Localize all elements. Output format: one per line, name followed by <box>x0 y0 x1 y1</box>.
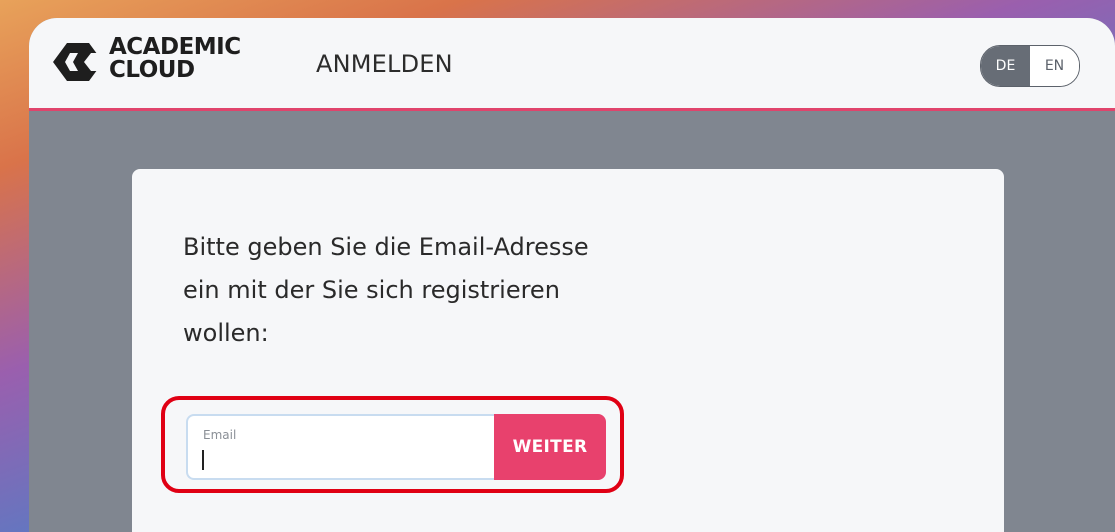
page-title: ANMELDEN <box>316 50 453 78</box>
language-de-button[interactable]: DE <box>981 46 1030 86</box>
email-prompt-text: Bitte geben Sie die Email-Adresse ein mi… <box>183 233 589 347</box>
language-switcher: DE EN <box>980 45 1080 87</box>
app-window: ACADEMIC CLOUD ANMELDEN DE EN Bitte gebe… <box>29 18 1115 532</box>
email-field-label: Email <box>203 428 237 442</box>
language-en-button[interactable]: EN <box>1030 46 1079 86</box>
brand-line-2: CLOUD <box>109 57 195 83</box>
header: ACADEMIC CLOUD ANMELDEN DE EN <box>29 18 1115 111</box>
login-card: Bitte geben Sie die Email-Adresse ein mi… <box>132 169 1004 532</box>
email-input[interactable] <box>200 444 484 476</box>
academic-cloud-logo-icon <box>53 43 105 81</box>
brand-name: ACADEMIC CLOUD <box>109 36 241 82</box>
brand-line-1: ACADEMIC <box>109 34 241 60</box>
text-caret <box>202 450 204 470</box>
email-field[interactable]: Email <box>186 414 496 480</box>
weiter-button[interactable]: WEITER <box>494 414 606 480</box>
